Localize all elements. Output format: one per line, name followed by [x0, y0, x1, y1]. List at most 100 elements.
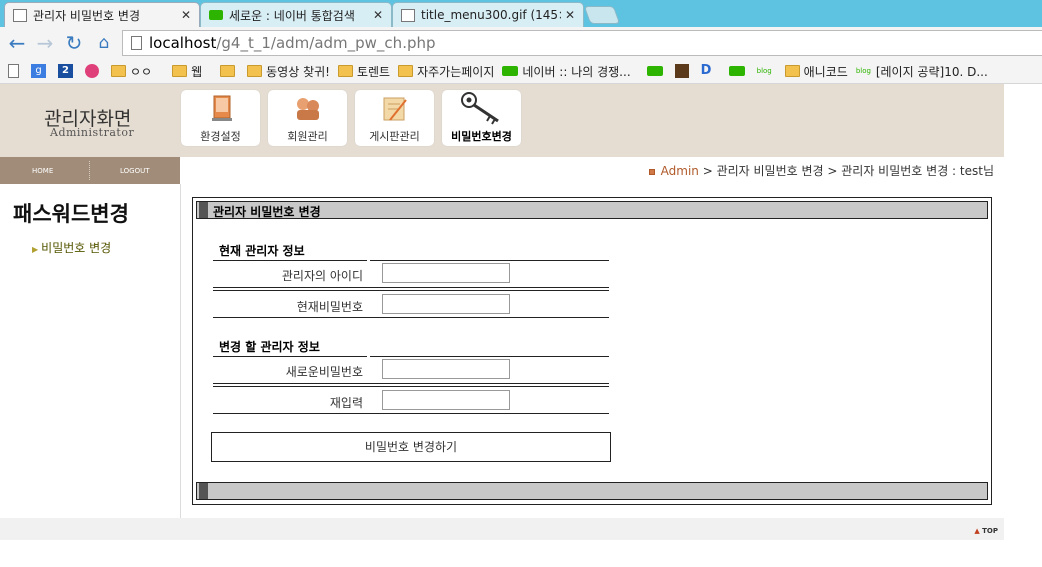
arrow-right-icon: ▶ — [32, 245, 39, 254]
bookmark-folder-oo[interactable]: ㅇㅇ — [111, 63, 152, 80]
panel-title-bar: 관리자 비밀번호 변경 — [196, 201, 988, 219]
settings-book-icon — [211, 95, 232, 121]
section-current-admin: 현재 관리자 정보 — [219, 244, 305, 258]
naver-icon — [728, 66, 745, 76]
panel-title: 관리자 비밀번호 변경 — [213, 205, 321, 219]
forward-icon[interactable]: → — [33, 31, 57, 55]
folder-icon — [111, 65, 126, 77]
naver-icon — [209, 10, 223, 20]
row-reenter-password: 재입력 — [213, 387, 609, 415]
current-password-input[interactable] — [382, 294, 510, 314]
current-password-label: 현재비밀번호 — [296, 300, 363, 314]
close-icon[interactable]: ✕ — [373, 8, 383, 22]
admin-header: 관리자화면 Administrator 환경설정 회원관리 게시판관리 비밀번호… — [0, 84, 1004, 157]
bookmark-two[interactable]: 2 — [58, 64, 77, 78]
page-icon — [8, 64, 19, 78]
folder-icon — [398, 65, 414, 77]
footer — [0, 518, 1004, 540]
close-icon[interactable]: ✕ — [181, 8, 191, 22]
divider — [89, 161, 90, 180]
menu-members-button[interactable]: 회원관리 — [268, 90, 347, 146]
browser-toolbar: ← → ↻ ⌂ localhost/g4_t_1/adm/adm_pw_ch.p… — [0, 27, 1042, 59]
reenter-password-label: 재입력 — [329, 396, 363, 410]
bookmark-naver-competition[interactable]: 네이버 :: 나의 경쟁... — [502, 63, 631, 80]
new-password-label: 새로운비밀번호 — [285, 365, 363, 379]
back-icon[interactable]: ← — [5, 31, 29, 55]
bookmark-flower[interactable] — [85, 64, 103, 78]
bookmark-folder-anicode[interactable]: 애니코드 — [784, 63, 848, 80]
d-icon: D — [700, 63, 712, 78]
folder-icon — [247, 65, 263, 77]
change-password-button[interactable]: 비밀번호 변경하기 — [211, 432, 611, 462]
bookmark-cube[interactable] — [674, 64, 693, 78]
close-icon[interactable]: ✕ — [565, 8, 575, 22]
menu-board-button[interactable]: 게시판관리 — [355, 90, 434, 146]
row-admin-id: 관리자의 아이디 — [213, 260, 609, 291]
divider — [213, 413, 609, 414]
breadcrumb-admin-link[interactable]: Admin — [661, 164, 699, 178]
bookmark-folder-video[interactable]: 동영상 찾귀! — [247, 63, 330, 80]
sidebar-item-change-password[interactable]: ▶ 비밀번호 변경 — [32, 239, 111, 256]
bookmark-d[interactable]: D — [701, 64, 721, 78]
bookmark-folder-empty[interactable] — [220, 65, 239, 77]
sub-nav: HOME LOGOUT — [0, 157, 180, 184]
divider — [213, 287, 609, 288]
bookmark-naver-2[interactable] — [646, 66, 667, 76]
password-form-panel: 관리자 비밀번호 변경 현재 관리자 정보 관리자의 아이디 현재비밀번호 변경… — [192, 197, 992, 505]
page-icon — [13, 8, 27, 22]
top-link[interactable]: ▲ TOP — [974, 527, 998, 535]
bookmarks-bar: g 2 ㅇㅇ 웹 동영상 찾귀! 토렌트 자주가는페이지 네이버 :: 나의 경… — [0, 59, 1042, 84]
panel-bottom-bar — [196, 482, 988, 500]
folder-icon — [784, 65, 800, 77]
bookmark-naver-3[interactable] — [728, 66, 749, 76]
bookmark-page[interactable] — [8, 64, 23, 78]
tab-naver-search[interactable]: 세로운 : 네이버 통합검색 ✕ — [200, 2, 392, 27]
bookmark-folder-torrent[interactable]: 토렌트 — [337, 63, 390, 80]
row-current-password: 현재비밀번호 — [213, 291, 609, 319]
folder-icon — [220, 65, 236, 77]
reload-icon[interactable]: ↻ — [62, 31, 86, 55]
row-new-password: 새로운비밀번호 — [213, 356, 609, 387]
bookmark-blog[interactable]: blog — [757, 64, 777, 78]
browser-tab-bar: 관리자 비밀번호 변경 ✕ 세로운 : 네이버 통합검색 ✕ title_men… — [0, 0, 1042, 27]
sidebar: 패스워드변경 ▶ 비밀번호 변경 — [0, 184, 181, 518]
admin-id-label: 관리자의 아이디 — [281, 269, 363, 283]
naver-icon — [502, 66, 519, 76]
address-bar[interactable]: localhost/g4_t_1/adm/adm_pw_ch.php — [122, 30, 1042, 56]
logout-link[interactable]: LOGOUT — [120, 167, 150, 175]
divider — [213, 383, 609, 384]
new-password-input[interactable] — [382, 359, 510, 379]
menu-settings-button[interactable]: 환경설정 — [181, 90, 260, 146]
reenter-password-input[interactable] — [382, 390, 510, 410]
tab-admin-password[interactable]: 관리자 비밀번호 변경 ✕ — [4, 2, 200, 27]
menu-password-button[interactable]: 비밀번호변경 — [442, 90, 521, 146]
sidebar-title: 패스워드변경 — [13, 202, 129, 226]
bookmark-folder-web[interactable]: 웹 — [172, 63, 202, 80]
breadcrumb: Admin > 관리자 비밀번호 변경 > 관리자 비밀번호 변경 : test… — [648, 162, 994, 179]
tab-title-menu-gif[interactable]: title_menu300.gif (145×5 ✕ — [392, 2, 584, 27]
bookmark-lazy-guide[interactable]: blog [레이지 공략]10. D... — [856, 63, 988, 80]
cube-icon — [674, 64, 689, 78]
new-tab-button[interactable] — [583, 6, 621, 24]
divider — [213, 317, 609, 318]
board-icon — [383, 97, 407, 121]
page-content: 관리자화면 Administrator 환경설정 회원관리 게시판관리 비밀번호… — [0, 84, 1042, 567]
naver-icon — [646, 66, 663, 76]
logo-subtitle: Administrator — [50, 126, 135, 139]
blog-icon: blog — [756, 67, 772, 75]
blog-icon: blog — [855, 67, 871, 75]
breadcrumb-trail: > 관리자 비밀번호 변경 > 관리자 비밀번호 변경 : test님 — [698, 164, 994, 178]
members-icon — [296, 98, 319, 120]
number-2-icon: 2 — [58, 64, 73, 78]
page-icon — [131, 36, 142, 50]
bullet-icon — [648, 168, 655, 175]
triangle-up-icon: ▲ — [974, 527, 980, 535]
bookmark-folder-frequent[interactable]: 자주가는페이지 — [398, 63, 494, 80]
home-link[interactable]: HOME — [32, 167, 53, 175]
folder-icon — [172, 65, 188, 77]
sub-bar: HOME LOGOUT Admin > 관리자 비밀번호 변경 > 관리자 비밀… — [0, 157, 1004, 184]
key-icon — [460, 92, 499, 125]
admin-id-field[interactable] — [382, 263, 510, 283]
bookmark-google[interactable]: g — [31, 64, 50, 78]
home-icon[interactable]: ⌂ — [92, 31, 116, 55]
